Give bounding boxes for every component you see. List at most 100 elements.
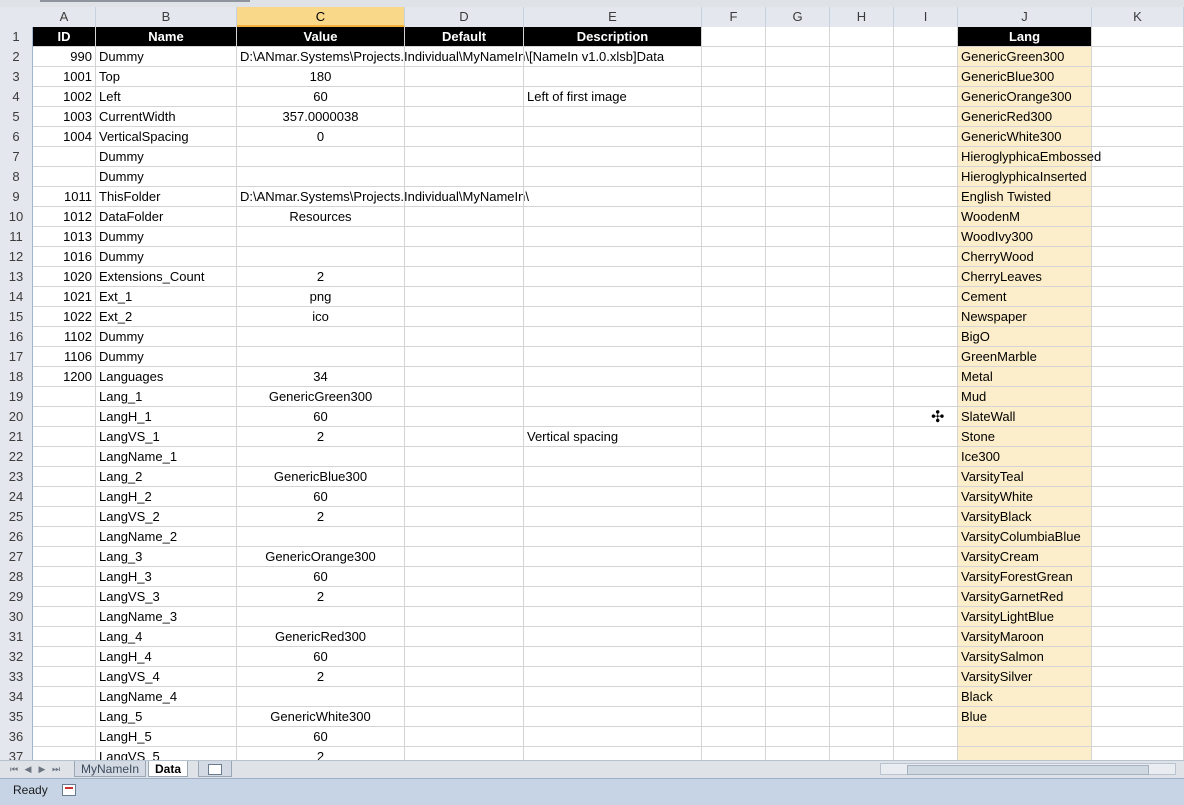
cell-e[interactable]: [524, 707, 702, 726]
cell-b[interactable]: Ext_1: [96, 287, 237, 306]
cell-j[interactable]: VarsityLightBlue: [958, 607, 1092, 626]
cell-g[interactable]: [766, 427, 830, 446]
cell-c[interactable]: GenericOrange300: [237, 547, 405, 566]
cell-f[interactable]: [702, 27, 766, 46]
cell-h[interactable]: [830, 427, 894, 446]
cell-d[interactable]: Default: [405, 27, 524, 46]
cell-h[interactable]: [830, 347, 894, 366]
cell-f[interactable]: [702, 307, 766, 326]
cell-a[interactable]: [33, 447, 96, 466]
row-header[interactable]: 7: [0, 147, 33, 167]
cell-c[interactable]: 2: [237, 747, 405, 760]
cell-j[interactable]: VarsityBlack: [958, 507, 1092, 526]
row-header[interactable]: 18: [0, 367, 33, 387]
row-header[interactable]: 36: [0, 727, 33, 747]
cell-d[interactable]: [405, 487, 524, 506]
cell-c[interactable]: GenericRed300: [237, 627, 405, 646]
cell-h[interactable]: [830, 287, 894, 306]
cell-j[interactable]: VarsitySalmon: [958, 647, 1092, 666]
cell-c[interactable]: GenericGreen300: [237, 387, 405, 406]
row-header[interactable]: 24: [0, 487, 33, 507]
cell-f[interactable]: [702, 747, 766, 760]
cell-d[interactable]: [405, 367, 524, 386]
cell-b[interactable]: LangName_2: [96, 527, 237, 546]
cell-k[interactable]: [1092, 587, 1184, 606]
cell-h[interactable]: [830, 487, 894, 506]
cell-c[interactable]: png: [237, 287, 405, 306]
cell-e[interactable]: [524, 627, 702, 646]
last-sheet-icon[interactable]: ⏭: [50, 763, 62, 775]
cell-g[interactable]: [766, 267, 830, 286]
cell-d[interactable]: [405, 707, 524, 726]
cell-a[interactable]: 1022: [33, 307, 96, 326]
cell-e[interactable]: [524, 587, 702, 606]
cell-j[interactable]: Lang: [958, 27, 1092, 46]
cell-j[interactable]: GreenMarble: [958, 347, 1092, 366]
cell-g[interactable]: [766, 527, 830, 546]
cell-d[interactable]: [405, 247, 524, 266]
cell-c[interactable]: [237, 167, 405, 186]
row-header[interactable]: 4: [0, 87, 33, 107]
cell-i[interactable]: [894, 667, 958, 686]
cell-i[interactable]: [894, 327, 958, 346]
cell-h[interactable]: [830, 27, 894, 46]
cell-j[interactable]: Ice300: [958, 447, 1092, 466]
cell-f[interactable]: [702, 87, 766, 106]
cell-k[interactable]: [1092, 207, 1184, 226]
cell-j[interactable]: HieroglyphicaEmbossed: [958, 147, 1101, 166]
cell-a[interactable]: [33, 527, 96, 546]
cell-j[interactable]: English Twisted: [958, 187, 1092, 206]
cell-k[interactable]: [1092, 247, 1184, 266]
cell-h[interactable]: [830, 547, 894, 566]
cell-c[interactable]: ico: [237, 307, 405, 326]
cell-j[interactable]: Metal: [958, 367, 1092, 386]
cell-c[interactable]: 180: [237, 67, 405, 86]
cell-g[interactable]: [766, 207, 830, 226]
cell-c[interactable]: [237, 247, 405, 266]
cell-e[interactable]: [524, 567, 702, 586]
cell-j[interactable]: SlateWall: [958, 407, 1092, 426]
cell-h[interactable]: [830, 87, 894, 106]
row-header[interactable]: 16: [0, 327, 33, 347]
cell-h[interactable]: [830, 267, 894, 286]
cell-c[interactable]: [237, 607, 405, 626]
cell-i[interactable]: [894, 547, 958, 566]
cell-b[interactable]: Extensions_Count: [96, 267, 237, 286]
cell-i[interactable]: [894, 747, 958, 760]
cell-i[interactable]: [894, 527, 958, 546]
cell-g[interactable]: [766, 567, 830, 586]
cell-a[interactable]: [33, 687, 96, 706]
cell-h[interactable]: [830, 587, 894, 606]
cell-a[interactable]: [33, 667, 96, 686]
cell-k[interactable]: [1092, 567, 1184, 586]
cell-g[interactable]: [766, 647, 830, 666]
cell-a[interactable]: 1013: [33, 227, 96, 246]
cell-k[interactable]: [1092, 267, 1184, 286]
cell-g[interactable]: [766, 607, 830, 626]
cell-g[interactable]: [766, 747, 830, 760]
cell-j[interactable]: CherryWood: [958, 247, 1092, 266]
cell-g[interactable]: [766, 107, 830, 126]
cell-j[interactable]: VarsityForestGrean: [958, 567, 1092, 586]
column-header-e[interactable]: E: [524, 7, 702, 27]
cell-i[interactable]: [894, 387, 958, 406]
row-header[interactable]: 20: [0, 407, 33, 427]
cell-g[interactable]: [766, 407, 830, 426]
cell-f[interactable]: [702, 587, 766, 606]
cell-b[interactable]: Lang_4: [96, 627, 237, 646]
cell-c[interactable]: [237, 347, 405, 366]
cell-d[interactable]: [405, 227, 524, 246]
cell-h[interactable]: [830, 747, 894, 760]
cell-b[interactable]: LangH_3: [96, 567, 237, 586]
cell-g[interactable]: [766, 327, 830, 346]
row-header[interactable]: 26: [0, 527, 33, 547]
cell-g[interactable]: [766, 47, 830, 66]
cell-a[interactable]: [33, 387, 96, 406]
cell-a[interactable]: [33, 727, 96, 746]
cell-a[interactable]: 1001: [33, 67, 96, 86]
sheet-tab-data[interactable]: Data: [148, 761, 189, 777]
row-header[interactable]: 13: [0, 267, 33, 287]
cell-j[interactable]: VarsitySilver: [958, 667, 1092, 686]
cell-f[interactable]: [702, 167, 766, 186]
cell-g[interactable]: [766, 147, 830, 166]
